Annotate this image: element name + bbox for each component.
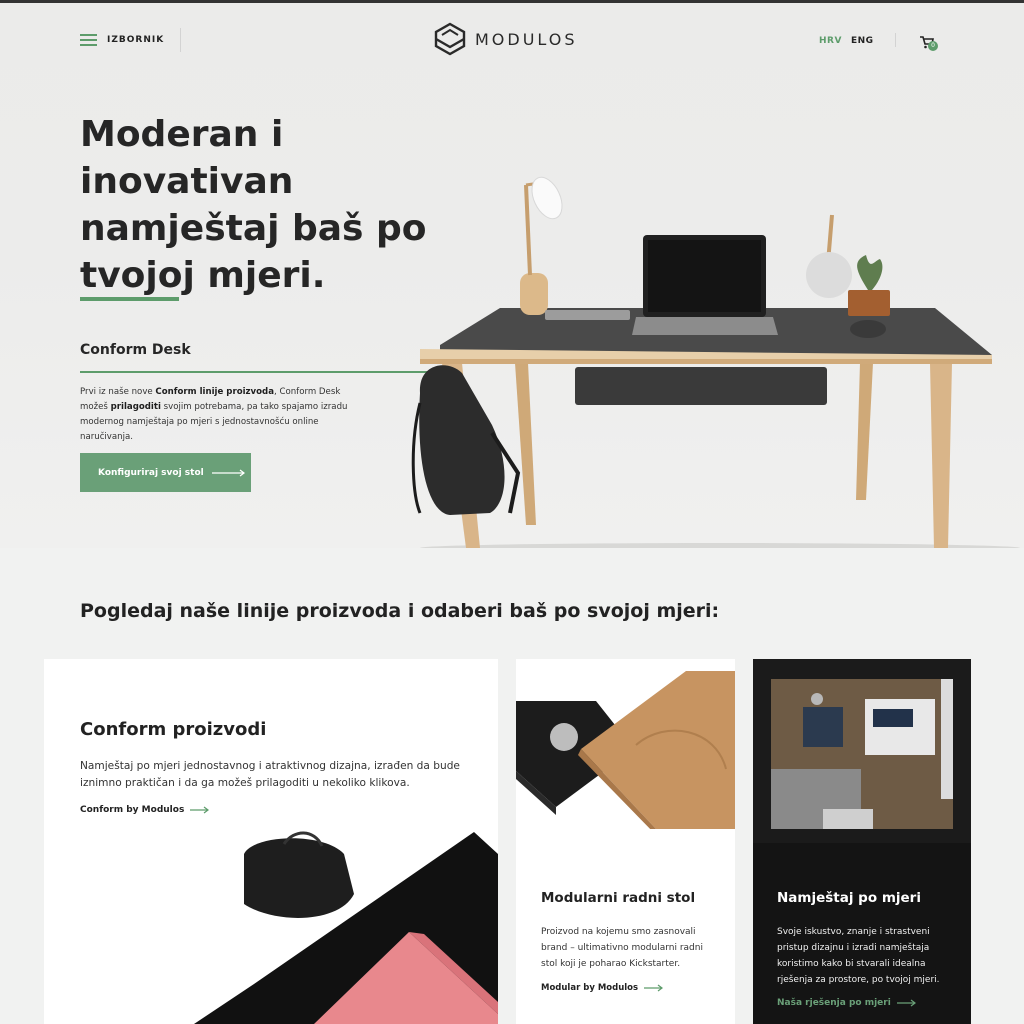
hero-description: Prvi iz naše nove Conform linije proizvo… — [80, 387, 348, 442]
configure-desk-button[interactable]: Konfiguriraj svoj stol — [80, 453, 251, 492]
arrow-right-icon — [211, 469, 245, 476]
lang-eng-link[interactable]: ENG — [851, 36, 874, 46]
desk-image — [411, 176, 1020, 548]
card-title: Namještaj po mjeri — [777, 890, 921, 906]
lang-divider — [895, 33, 896, 47]
card-link-label: Modular by Modulos — [541, 983, 639, 993]
logo[interactable]: MODULOS — [433, 22, 578, 56]
card-description: Proizvod na kojemu smo zasnovali brand –… — [541, 927, 703, 969]
hero-title-line: namještaj baš po — [80, 208, 427, 249]
menu-button[interactable]: IZBORNIK — [80, 34, 164, 46]
hero-title-line: Moderan i — [80, 114, 284, 155]
hero-section: IZBORNIK MODULOS HRV ENG 0 Moderan i ino… — [0, 3, 1024, 548]
nav-divider — [180, 28, 181, 52]
card-title: Conform proizvodi — [80, 719, 267, 740]
card-description: Svoje iskustvo, znanje i strastveni pris… — [777, 927, 940, 985]
cart-button[interactable]: 0 — [920, 34, 940, 52]
card-link-label: Conform by Modulos — [80, 805, 185, 815]
conform-link[interactable]: Conform by Modulos — [80, 805, 210, 815]
product-card-conform[interactable]: Conform proizvodi Namještaj po mjeri jed… — [44, 659, 498, 1024]
arrow-right-icon — [190, 806, 210, 814]
hero-title-line: inovativan — [80, 161, 294, 202]
product-name: Conform Desk — [80, 342, 191, 358]
card-link-label: Naša rješenja po mjeri — [777, 998, 891, 1008]
product-card-modular[interactable]: Modularni radni stol Proizvod na kojemu … — [516, 659, 735, 1024]
hamburger-icon — [80, 34, 97, 46]
logo-mark-icon — [434, 22, 466, 56]
card-title: Modularni radni stol — [541, 890, 696, 906]
arrow-right-icon — [644, 984, 664, 992]
title-underline — [80, 297, 179, 301]
conform-product-image — [194, 831, 498, 1024]
product-card-custom[interactable]: Namještaj po mjeri Svoje iskustvo, znanj… — [753, 659, 971, 1024]
cta-label: Konfiguriraj svoj stol — [98, 467, 204, 478]
modular-link[interactable]: Modular by Modulos — [541, 983, 664, 993]
product-lines-heading: Pogledaj naše linije proizvoda i odaberi… — [80, 600, 720, 622]
modular-desk-image — [516, 671, 735, 829]
hero-title: Moderan i inovativan namještaj baš po tv… — [80, 111, 440, 299]
custom-solutions-link[interactable]: Naša rješenja po mjeri — [777, 998, 917, 1008]
menu-label: IZBORNIK — [107, 35, 165, 45]
product-divider — [80, 371, 450, 373]
lang-hrv-link[interactable]: HRV — [819, 36, 842, 46]
hero-title-line: tvojoj mjeri. — [80, 255, 326, 296]
custom-furniture-image — [753, 659, 971, 843]
logo-text: MODULOS — [475, 29, 578, 49]
arrow-right-icon — [896, 999, 916, 1007]
card-description: Namještaj po mjeri jednostavnog i atrakt… — [80, 760, 460, 789]
cart-count-badge: 0 — [928, 41, 938, 51]
